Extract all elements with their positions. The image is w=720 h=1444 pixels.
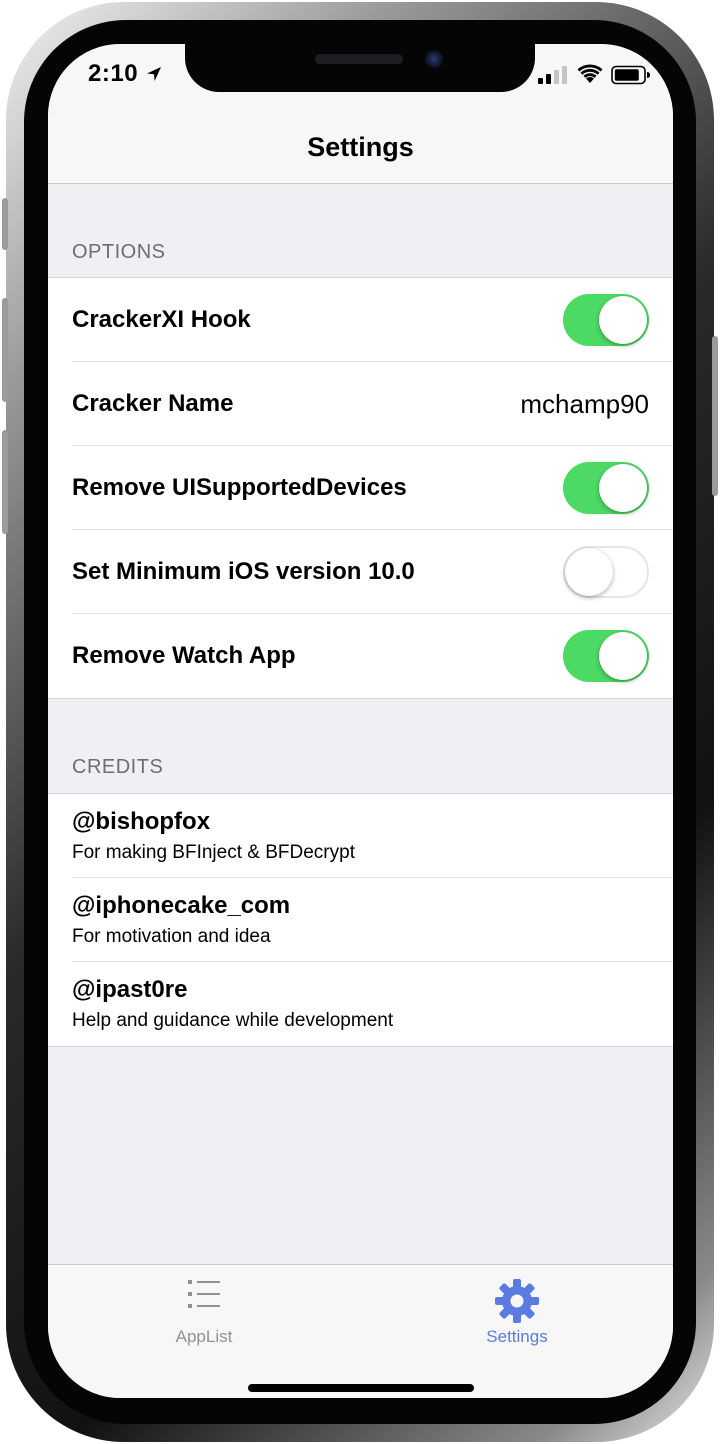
screen: 2:10 Settings OPTIONS CrackerXI Hook Cra… (48, 44, 673, 1398)
row-label: Cracker Name (72, 390, 234, 417)
section-header-options: OPTIONS (48, 184, 673, 278)
camera-icon (425, 50, 443, 68)
row-label: Remove UISupportedDevices (72, 474, 407, 501)
credit-row-bishopfox[interactable]: @bishopfox For making BFInject & BFDecry… (48, 794, 673, 878)
credit-subtitle: Help and guidance while development (72, 1010, 394, 1031)
navigation-bar: Settings (48, 104, 673, 184)
row-remove-watch-app: Remove Watch App (48, 614, 673, 698)
options-group: CrackerXI Hook Cracker Name mchamp90 Rem… (48, 277, 673, 699)
credit-subtitle: For making BFInject & BFDecrypt (72, 842, 355, 863)
gear-icon (495, 1279, 539, 1323)
cellular-signal-icon (538, 66, 567, 84)
volume-down-button (2, 430, 8, 534)
row-label: CrackerXI Hook (72, 306, 251, 333)
row-remove-uisupporteddevices: Remove UISupportedDevices (48, 446, 673, 530)
section-header-credits: CREDITS (48, 699, 673, 793)
tab-settings[interactable]: Settings (361, 1265, 673, 1365)
speaker-grille (315, 54, 403, 64)
list-icon (188, 1280, 220, 1308)
section-header-label: CREDITS (72, 756, 164, 778)
credit-row-ipast0re[interactable]: @ipast0re Help and guidance while develo… (48, 962, 673, 1046)
credit-title: @iphonecake_com (72, 892, 291, 919)
remove-watch-app-toggle[interactable] (563, 630, 649, 682)
section-header-label: OPTIONS (72, 241, 166, 263)
battery-icon (611, 65, 650, 85)
volume-up-button (2, 298, 8, 402)
cracker-name-value[interactable]: mchamp90 (520, 389, 649, 420)
row-set-minimum-ios: Set Minimum iOS version 10.0 (48, 530, 673, 614)
tab-bar: AppList Settings (48, 1264, 673, 1398)
wifi-icon (577, 64, 603, 83)
row-label: Set Minimum iOS version 10.0 (72, 558, 415, 585)
remove-uisupporteddevices-toggle[interactable] (563, 462, 649, 514)
mute-switch (2, 198, 8, 250)
location-arrow-icon (147, 67, 161, 81)
row-crackerxi-hook: CrackerXI Hook (48, 278, 673, 362)
row-label: Remove Watch App (72, 642, 296, 669)
page-title: Settings (307, 132, 414, 162)
tab-applist[interactable]: AppList (48, 1265, 360, 1365)
crackerxi-hook-toggle[interactable] (563, 294, 649, 346)
status-time: 2:10 (88, 60, 139, 87)
toggle-knob (599, 296, 647, 344)
credit-row-iphonecake[interactable]: @iphonecake_com For motivation and idea (48, 878, 673, 962)
tab-label: AppList (175, 1327, 233, 1346)
notch (185, 44, 535, 92)
set-minimum-ios-toggle[interactable] (563, 546, 649, 598)
toggle-knob (599, 632, 647, 680)
credits-group: @bishopfox For making BFInject & BFDecry… (48, 793, 673, 1047)
home-indicator[interactable] (248, 1384, 474, 1392)
credit-subtitle: For motivation and idea (72, 926, 271, 947)
power-button (712, 336, 718, 496)
toggle-knob (565, 548, 613, 596)
row-cracker-name[interactable]: Cracker Name mchamp90 (48, 362, 673, 446)
tab-label: Settings (486, 1327, 548, 1346)
credit-title: @bishopfox (72, 808, 211, 835)
toggle-knob (599, 464, 647, 512)
credit-title: @ipast0re (72, 976, 188, 1003)
